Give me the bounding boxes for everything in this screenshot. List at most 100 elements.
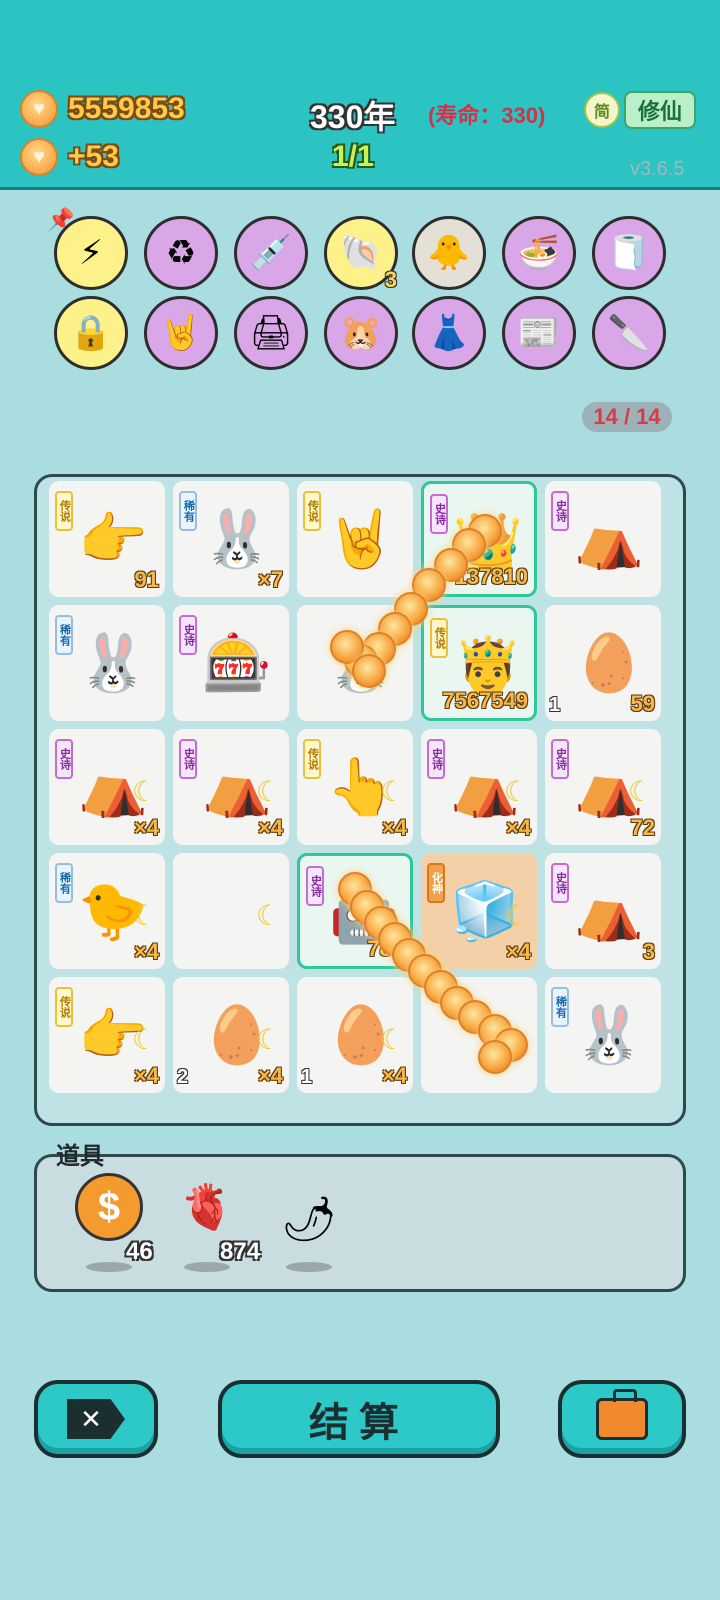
board-cell[interactable]: 🥚 ☾ ×4 1 xyxy=(297,977,413,1093)
board-cell[interactable]: 稀有 🐤 ☾ ×4 xyxy=(49,853,165,969)
cell-level: 1 xyxy=(301,1066,313,1088)
version-label: v3.6.5 xyxy=(630,158,685,180)
cell-level: 1 xyxy=(549,694,561,716)
board-cell[interactable]: 传说 👉 ☾ ×4 xyxy=(49,977,165,1093)
relic-slot[interactable]: 🤘 xyxy=(144,296,218,370)
rarity-tag: 史诗 xyxy=(430,494,448,534)
crescent-moon-icon: ☾ xyxy=(131,776,157,807)
gacha-machine-icon: 🎰 xyxy=(202,631,272,694)
coin-total: 5559853 xyxy=(68,92,185,125)
pointing-hand-icon: 👉 xyxy=(78,507,148,570)
rarity-tag: 史诗 xyxy=(551,739,569,779)
board-cell[interactable]: 传说 👉 91 xyxy=(49,481,165,597)
relic-slot[interactable]: 👗 xyxy=(412,296,486,370)
time-magazine-icon: 📰 xyxy=(517,314,561,352)
board-cell[interactable]: 史诗 ⛺ ☾ 72 xyxy=(545,729,661,845)
prop-dollar-coin[interactable]: $ xyxy=(74,1172,144,1242)
crescent-moon-icon: ☾ xyxy=(255,900,281,931)
board-cell[interactable]: ☾ xyxy=(173,853,289,969)
board-cell[interactable]: 史诗 ⛺ ☾ ×4 xyxy=(173,729,289,845)
rarity-tag: 稀有 xyxy=(55,863,73,903)
food-bowls-icon: 🍜 xyxy=(517,234,561,272)
safe-icon: 🔒 xyxy=(69,314,113,352)
rarity-tag: 史诗 xyxy=(179,615,197,655)
cell-value: ×7 xyxy=(257,567,283,592)
board-cell[interactable]: 化神 🧊 ☾ ×4 xyxy=(421,853,537,969)
syringe-chick-icon: 💉 xyxy=(249,234,293,272)
prop-liver[interactable]: 🫀 xyxy=(172,1172,242,1242)
heart-coin-icon: ♥ xyxy=(20,90,58,128)
rarity-tag: 传说 xyxy=(55,987,73,1027)
rock-hand-icon: 🤘 xyxy=(159,314,203,352)
board-cell[interactable]: 稀有 🐰 xyxy=(545,977,661,1093)
relic-slot[interactable]: 🍜 xyxy=(502,216,576,290)
relic-slot[interactable]: ⚡ 📌 xyxy=(47,207,128,290)
year-counter: 330年 xyxy=(310,99,396,135)
relic-count: 3 xyxy=(384,267,397,292)
cell-value: 7567549 xyxy=(442,688,528,713)
board-cell[interactable]: 传说 🤴 7567549 xyxy=(421,605,537,721)
prop-dollar-count: 46 xyxy=(126,1238,153,1265)
board-cell[interactable]: 🥚 59 1 xyxy=(545,605,661,721)
recycle-icon: ♻ xyxy=(165,234,197,272)
relic-slot[interactable]: 🔪 xyxy=(592,296,666,370)
crescent-moon-icon: ☾ xyxy=(131,900,157,931)
exit-button[interactable]: ✕ xyxy=(34,1380,158,1458)
cleaver-icon: 🔪 xyxy=(607,314,651,352)
simplified-toggle[interactable]: 简 xyxy=(584,92,620,128)
cell-value: ×4 xyxy=(505,939,531,964)
board-cell[interactable]: 稀有 🐰 ×7 xyxy=(173,481,289,597)
coin-rate: +53 xyxy=(68,140,119,173)
relic-slot[interactable]: 🐹 xyxy=(324,296,398,370)
cell-value: ×4 xyxy=(505,815,531,840)
relic-slot[interactable]: 🐚 3 xyxy=(324,216,398,292)
relic-slot[interactable]: ♻ xyxy=(144,216,218,290)
rarity-tag: 稀有 xyxy=(551,987,569,1027)
relic-slot[interactable]: 🖨 xyxy=(234,296,308,370)
prop-liver-count: 874 xyxy=(220,1238,261,1265)
crescent-moon-icon: ☾ xyxy=(255,1024,281,1055)
relic-slot[interactable]: 🧻 xyxy=(592,216,666,290)
cell-value: 3 xyxy=(642,939,655,964)
rarity-tag: 史诗 xyxy=(551,491,569,531)
crescent-moon-icon: ☾ xyxy=(627,776,653,807)
board-cell[interactable]: 史诗 ⛺ ☾ ×4 xyxy=(49,729,165,845)
relic-slot[interactable]: 📰 xyxy=(502,296,576,370)
relic-slot[interactable]: 💉 xyxy=(234,216,308,290)
board-cell[interactable]: 史诗 🎰 xyxy=(173,605,289,721)
shell-icon: 🐚 xyxy=(339,234,383,272)
cell-value: 91 xyxy=(134,567,159,592)
board-cell[interactable]: 传说 🤘 xyxy=(297,481,413,597)
liver-icon: 🫀 xyxy=(179,1183,235,1232)
rarity-tag: 传说 xyxy=(430,618,448,658)
tissue-box-icon: 🧻 xyxy=(607,234,651,272)
rarity-tag: 史诗 xyxy=(179,739,197,779)
board-cell[interactable]: 传说 👆 ☾ ×4 xyxy=(297,729,413,845)
board-cell[interactable]: 稀有 🐰 xyxy=(49,605,165,721)
inventory-button[interactable] xyxy=(558,1380,686,1458)
props-title: 道具 xyxy=(56,1143,104,1170)
cell-value: ×4 xyxy=(381,1063,407,1088)
rarity-tag: 传说 xyxy=(303,491,321,531)
rarity-tag: 传说 xyxy=(55,491,73,531)
rarity-tag: 传说 xyxy=(303,739,321,779)
relic-slot[interactable]: 🐥 xyxy=(412,216,486,290)
cultivate-button[interactable]: 修仙 xyxy=(624,91,696,129)
prop-chili[interactable]: 🌶 xyxy=(274,1184,344,1254)
crescent-moon-icon: ☾ xyxy=(131,1024,157,1055)
board-cell[interactable]: 史诗 ⛺ xyxy=(545,481,661,597)
board-cell[interactable]: 史诗 ⛺ ☾ ×4 xyxy=(421,729,537,845)
cell-value: ×4 xyxy=(133,1063,159,1088)
lightning-icon: ⚡ xyxy=(79,234,103,272)
cell-value: ×4 xyxy=(381,815,407,840)
rabbit-icon: 🐰 xyxy=(202,507,272,570)
settle-button[interactable]: 结算 xyxy=(218,1380,500,1458)
board-cell[interactable]: 🥚 ☾ ×4 2 xyxy=(173,977,289,1093)
crescent-moon-icon: ☾ xyxy=(379,776,405,807)
item-board: 传说👉91稀有🐰×7传说🤘史诗👑137810史诗⛺稀有🐰史诗🎰🐰传说🤴75675… xyxy=(34,474,686,1126)
board-cell[interactable]: 史诗 ⛺ 3 xyxy=(545,853,661,969)
rarity-tag: 稀有 xyxy=(179,491,197,531)
crescent-moon-icon: ☾ xyxy=(503,776,529,807)
dollar-coin-icon: $ xyxy=(75,1173,143,1241)
relic-slot[interactable]: 🔒 xyxy=(54,296,128,370)
